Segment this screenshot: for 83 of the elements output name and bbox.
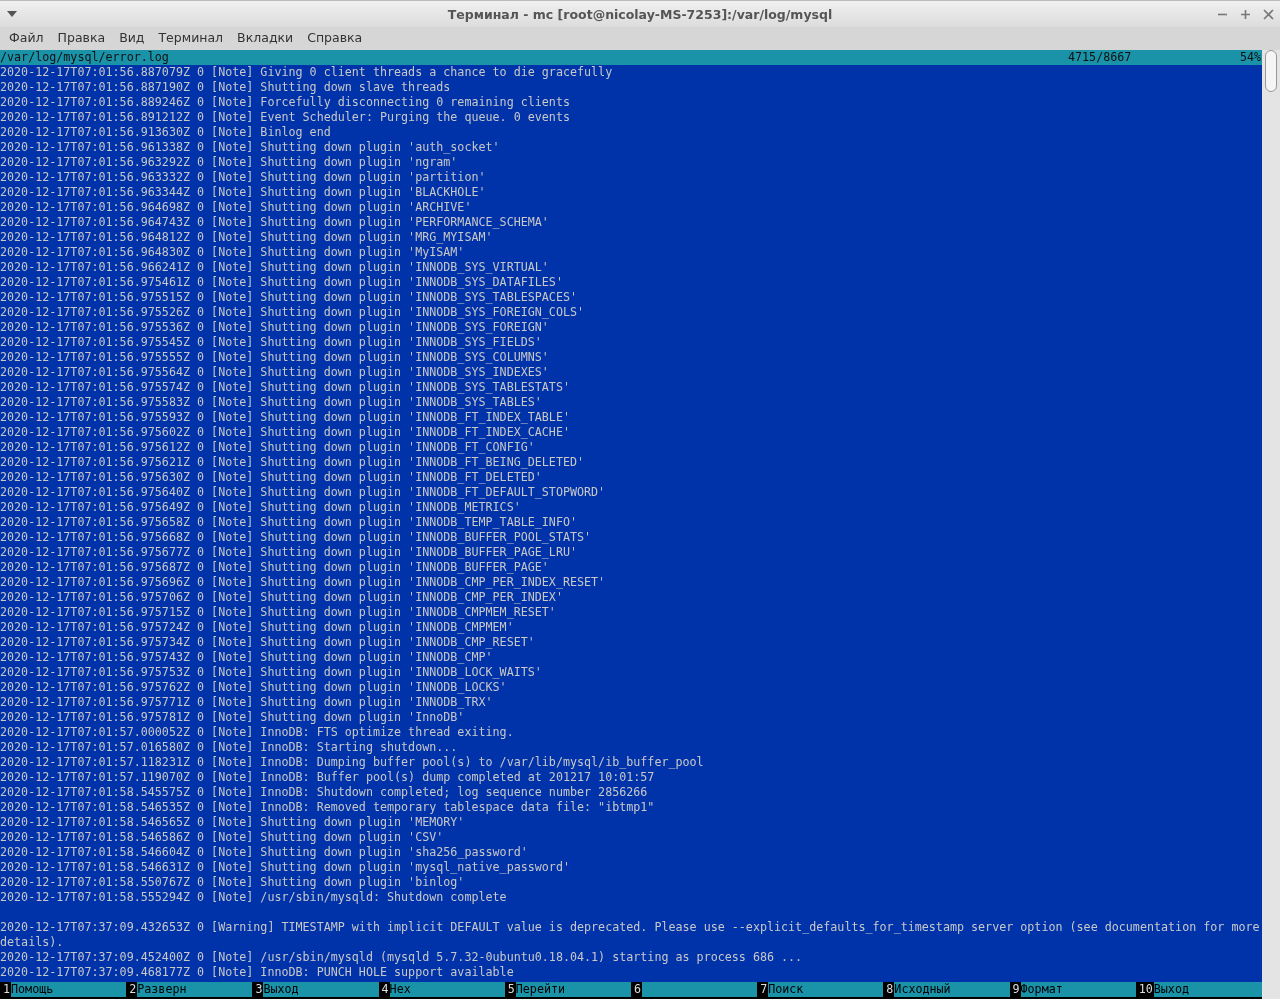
log-line: 2020-12-17T07:01:58.550767Z 0 [Note] Shutting down plugin 'binlog' <box>0 875 466 890</box>
log-line: 2020-12-17T07:01:56.964830Z 0 [Note] Shutting down plugin 'MyISAM' <box>0 245 466 260</box>
log-line: 2020-12-17T07:01:56.975536Z 0 [Note] Shutting down plugin 'INNODB_SYS_FOREIGN' <box>0 320 550 335</box>
log-line: 2020-12-17T07:01:56.975753Z 0 [Note] Shutting down plugin 'INNODB_LOCK_WAITS' <box>0 665 543 680</box>
window-title: Терминал - mc [root@nicolay-MS-7253]:/var/log/mysql <box>447 6 833 22</box>
close-icon[interactable] <box>1263 8 1274 20</box>
function-key-button[interactable]: Формат <box>1020 982 1136 997</box>
log-line: 2020-12-17T07:01:56.975640Z 0 [Note] Shutting down plugin 'INNODB_FT_DEFAULT_STOPWORD' <box>0 485 607 500</box>
log-line: 2020-12-17T07:01:56.975526Z 0 [Note] Shutting down plugin 'INNODB_SYS_FOREIGN_COLS' <box>0 305 586 320</box>
log-line: 2020-12-17T07:01:57.000052Z 0 [Note] InnoDB: FTS optimize thread exiting. <box>0 725 515 740</box>
function-key-button[interactable]: Hex <box>389 982 505 997</box>
log-line: 2020-12-17T07:01:56.975461Z 0 [Note] Shutting down plugin 'INNODB_SYS_DATAFILES' <box>0 275 564 290</box>
log-line: 2020-12-17T07:01:58.546604Z 0 [Note] Shutting down plugin 'sha256_password' <box>0 845 529 860</box>
log-line: 2020-12-17T07:01:56.975630Z 0 [Note] Shutting down plugin 'INNODB_FT_DELETED' <box>0 470 543 485</box>
function-key-button[interactable]: Перейти <box>515 982 631 997</box>
log-line: 2020-12-17T07:01:56.887079Z 0 [Note] Giving 0 client threads a chance to die gracefully <box>0 65 614 80</box>
log-line: 2020-12-17T07:37:09.432653Z 0 [Warning] TIMESTAMP with implicit DEFAULT value is deprecated. Please use --explicit_defaults_for_timestamp server option (see documentation for more <box>0 920 1261 935</box>
log-line: 2020-12-17T07:01:56.975564Z 0 [Note] Shutting down plugin 'INNODB_SYS_INDEXES' <box>0 365 550 380</box>
log-line: 2020-12-17T07:01:56.889246Z 0 [Note] Forcefully disconnecting 0 remaining clients <box>0 95 571 110</box>
log-line: 2020-12-17T07:01:56.975677Z 0 [Note] Shutting down plugin 'INNODB_BUFFER_PAGE_LRU' <box>0 545 578 560</box>
log-line: 2020-12-17T07:01:56.975687Z 0 [Note] Shutting down plugin 'INNODB_BUFFER_PAGE' <box>0 560 550 575</box>
log-line: 2020-12-17T07:01:56.975668Z 0 [Note] Shutting down plugin 'INNODB_BUFFER_POOL_STATS' <box>0 530 593 545</box>
log-line: 2020-12-17T07:01:58.555294Z 0 [Note] /usr/sbin/mysqld: Shutdown complete <box>0 890 508 905</box>
log-line: 2020-12-17T07:01:56.975574Z 0 [Note] Shutting down plugin 'INNODB_SYS_TABLESTATS' <box>0 380 571 395</box>
log-line: 2020-12-17T07:01:56.963344Z 0 [Note] Shutting down plugin 'BLACKHOLE' <box>0 185 487 200</box>
menu-item[interactable]: Файл <box>2 30 51 45</box>
log-line: 2020-12-17T07:01:56.975555Z 0 [Note] Shutting down plugin 'INNODB_SYS_COLUMNS' <box>0 350 550 365</box>
log-line: 2020-12-17T07:01:56.975545Z 0 [Note] Shutting down plugin 'INNODB_SYS_FIELDS' <box>0 335 543 350</box>
log-line: 2020-12-17T07:37:09.468177Z 0 [Note] InnoDB: PUNCH HOLE support available <box>0 965 515 980</box>
log-line: 2020-12-17T07:01:56.975649Z 0 [Note] Shutting down plugin 'INNODB_METRICS' <box>0 500 522 515</box>
log-line: 2020-12-17T07:01:58.546535Z 0 [Note] InnoDB: Removed temporary tablespace data file: "ibtmp1" <box>0 800 656 815</box>
log-line: 2020-12-17T07:01:56.975658Z 0 [Note] Shutting down plugin 'INNODB_TEMP_TABLE_INFO' <box>0 515 578 530</box>
log-line: 2020-12-17T07:01:56.887190Z 0 [Note] Shutting down slave threads <box>0 80 452 95</box>
log-line: 2020-12-17T07:01:56.975583Z 0 [Note] Shutting down plugin 'INNODB_SYS_TABLES' <box>0 395 543 410</box>
log-line: 2020-12-17T07:01:56.975696Z 0 [Note] Shutting down plugin 'INNODB_CMP_PER_INDEX_RESET' <box>0 575 607 590</box>
menu-item[interactable]: Терминал <box>151 30 231 45</box>
log-line: 2020-12-17T07:01:58.546565Z 0 [Note] Shutting down plugin 'MEMORY' <box>0 815 466 830</box>
function-key-button[interactable]: Выход <box>1153 982 1262 997</box>
log-line: 2020-12-17T07:01:56.913630Z 0 [Note] Binlog end <box>0 125 332 140</box>
file-path: /var/log/mysql/error.log <box>0 50 170 65</box>
log-line: 2020-12-17T07:01:58.545575Z 0 [Note] InnoDB: Shutdown completed; log sequence number 2856266 <box>0 785 649 800</box>
log-line: details). <box>0 935 65 950</box>
log-line: 2020-12-17T07:01:56.975706Z 0 [Note] Shutting down plugin 'INNODB_CMP_PER_INDEX' <box>0 590 564 605</box>
menu-item[interactable]: Правка <box>50 30 113 45</box>
log-line: 2020-12-17T07:01:56.975715Z 0 [Note] Shutting down plugin 'INNODB_CMPMEM_RESET' <box>0 605 557 620</box>
log-line: 2020-12-17T07:01:56.963332Z 0 [Note] Shutting down plugin 'partition' <box>0 170 487 185</box>
log-line: 2020-12-17T07:01:56.964698Z 0 [Note] Shutting down plugin 'ARCHIVE' <box>0 200 473 215</box>
log-line: 2020-12-17T07:01:58.546586Z 0 [Note] Shutting down plugin 'CSV' <box>0 830 445 845</box>
function-key-button[interactable]: Выход <box>263 982 379 997</box>
line-position: 4715/8667 <box>1068 50 1133 65</box>
scrollbar-thumb[interactable] <box>1265 50 1277 92</box>
menu-item[interactable]: Справка <box>300 30 370 45</box>
log-line: 2020-12-17T07:01:57.119070Z 0 [Note] InnoDB: Buffer pool(s) dump completed at 201217 10:01:57 <box>0 770 656 785</box>
log-line: 2020-12-17T07:01:56.963292Z 0 [Note] Shutting down plugin 'ngram' <box>0 155 459 170</box>
log-line: 2020-12-17T07:01:56.975515Z 0 [Note] Shutting down plugin 'INNODB_SYS_TABLESPACES' <box>0 290 578 305</box>
log-line: 2020-12-17T07:01:56.975602Z 0 [Note] Shutting down plugin 'INNODB_FT_INDEX_CACHE' <box>0 425 571 440</box>
menu-item[interactable]: Вкладки <box>230 30 301 45</box>
log-line: 2020-12-17T07:01:56.961338Z 0 [Note] Shutting down plugin 'auth_socket' <box>0 140 501 155</box>
window-menu-icon[interactable] <box>7 11 17 17</box>
function-key-button[interactable]: Поиск <box>768 982 884 997</box>
log-line: 2020-12-17T07:01:57.118231Z 0 [Note] InnoDB: Dumping buffer pool(s) to /var/lib/mysql/ib_buffer_pool <box>0 755 705 770</box>
function-key-button[interactable]: Исходный <box>894 982 1010 997</box>
menu-item[interactable]: Вид <box>112 30 152 45</box>
log-line: 2020-12-17T07:01:56.975781Z 0 [Note] Shutting down plugin 'InnoDB' <box>0 710 466 725</box>
maximize-icon[interactable] <box>1240 8 1251 20</box>
log-line: 2020-12-17T07:01:56.975771Z 0 [Note] Shutting down plugin 'INNODB_TRX' <box>0 695 494 710</box>
log-line: 2020-12-17T07:01:56.975724Z 0 [Note] Shutting down plugin 'INNODB_CMPMEM' <box>0 620 515 635</box>
function-key-button[interactable]: Помощь <box>11 982 127 997</box>
log-line: 2020-12-17T07:01:56.975621Z 0 [Note] Shutting down plugin 'INNODB_FT_BEING_DELETED' <box>0 455 586 470</box>
log-line: 2020-12-17T07:01:57.016580Z 0 [Note] InnoDB: Starting shutdown... <box>0 740 459 755</box>
log-line: 2020-12-17T07:01:58.546631Z 0 [Note] Shutting down plugin 'mysql_native_password' <box>0 860 571 875</box>
log-line: 2020-12-17T07:37:09.452400Z 0 [Note] /usr/sbin/mysqld (mysqld 5.7.32-0ubuntu0.18.04.1) starting as process 686 ... <box>0 950 804 965</box>
log-line: 2020-12-17T07:01:56.975612Z 0 [Note] Shutting down plugin 'INNODB_FT_CONFIG' <box>0 440 536 455</box>
log-line: 2020-12-17T07:01:56.964743Z 0 [Note] Shutting down plugin 'PERFORMANCE_SCHEMA' <box>0 215 550 230</box>
function-key-button[interactable]: Разверн <box>137 982 253 997</box>
log-line: 2020-12-17T07:01:56.975743Z 0 [Note] Shutting down plugin 'INNODB_CMP' <box>0 650 494 665</box>
log-line: 2020-12-17T07:01:56.975593Z 0 [Note] Shutting down plugin 'INNODB_FT_INDEX_TABLE' <box>0 410 571 425</box>
log-line: 2020-12-17T07:01:56.891212Z 0 [Note] Event Scheduler: Purging the queue. 0 events <box>0 110 571 125</box>
log-line: 2020-12-17T07:01:56.975762Z 0 [Note] Shutting down plugin 'INNODB_LOCKS' <box>0 680 508 695</box>
log-line: 2020-12-17T07:01:56.966241Z 0 [Note] Shutting down plugin 'INNODB_SYS_VIRTUAL' <box>0 260 550 275</box>
log-line: 2020-12-17T07:01:56.975734Z 0 [Note] Shutting down plugin 'INNODB_CMP_RESET' <box>0 635 536 650</box>
scroll-percent: 54% <box>1240 50 1262 65</box>
log-line: 2020-12-17T07:01:56.964812Z 0 [Note] Shutting down plugin 'MRG_MYISAM' <box>0 230 494 245</box>
